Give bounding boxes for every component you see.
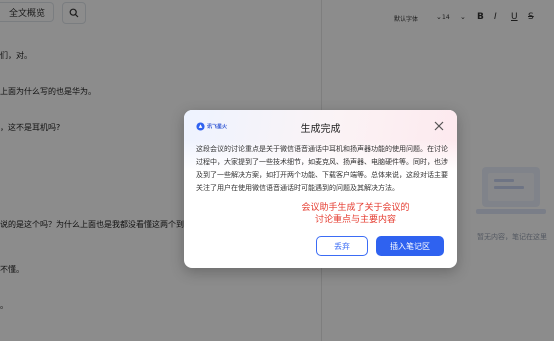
annotation-callout: 会议助手生成了关于会议的 讨论重点与主要内容 xyxy=(184,202,457,226)
summary-text: 这段会议的讨论重点是关于微信语音通话中耳机和扬声器功能的使用问题。在讨论过程中，… xyxy=(196,145,448,192)
insert-to-notes-button[interactable]: 插入笔记区 xyxy=(376,236,444,256)
generation-complete-dialog: 讯飞星火 生成完成 这段会议的讨论重点是关于微信语音通话中耳机和扬声器功能的使用… xyxy=(184,110,457,268)
discard-button[interactable]: 丢弃 xyxy=(316,236,368,256)
annotation-line: 会议助手生成了关于会议的 xyxy=(301,203,410,213)
annotation-line: 讨论重点与主要内容 xyxy=(314,215,396,225)
dialog-title: 生成完成 xyxy=(300,124,341,135)
close-icon[interactable] xyxy=(433,120,445,132)
